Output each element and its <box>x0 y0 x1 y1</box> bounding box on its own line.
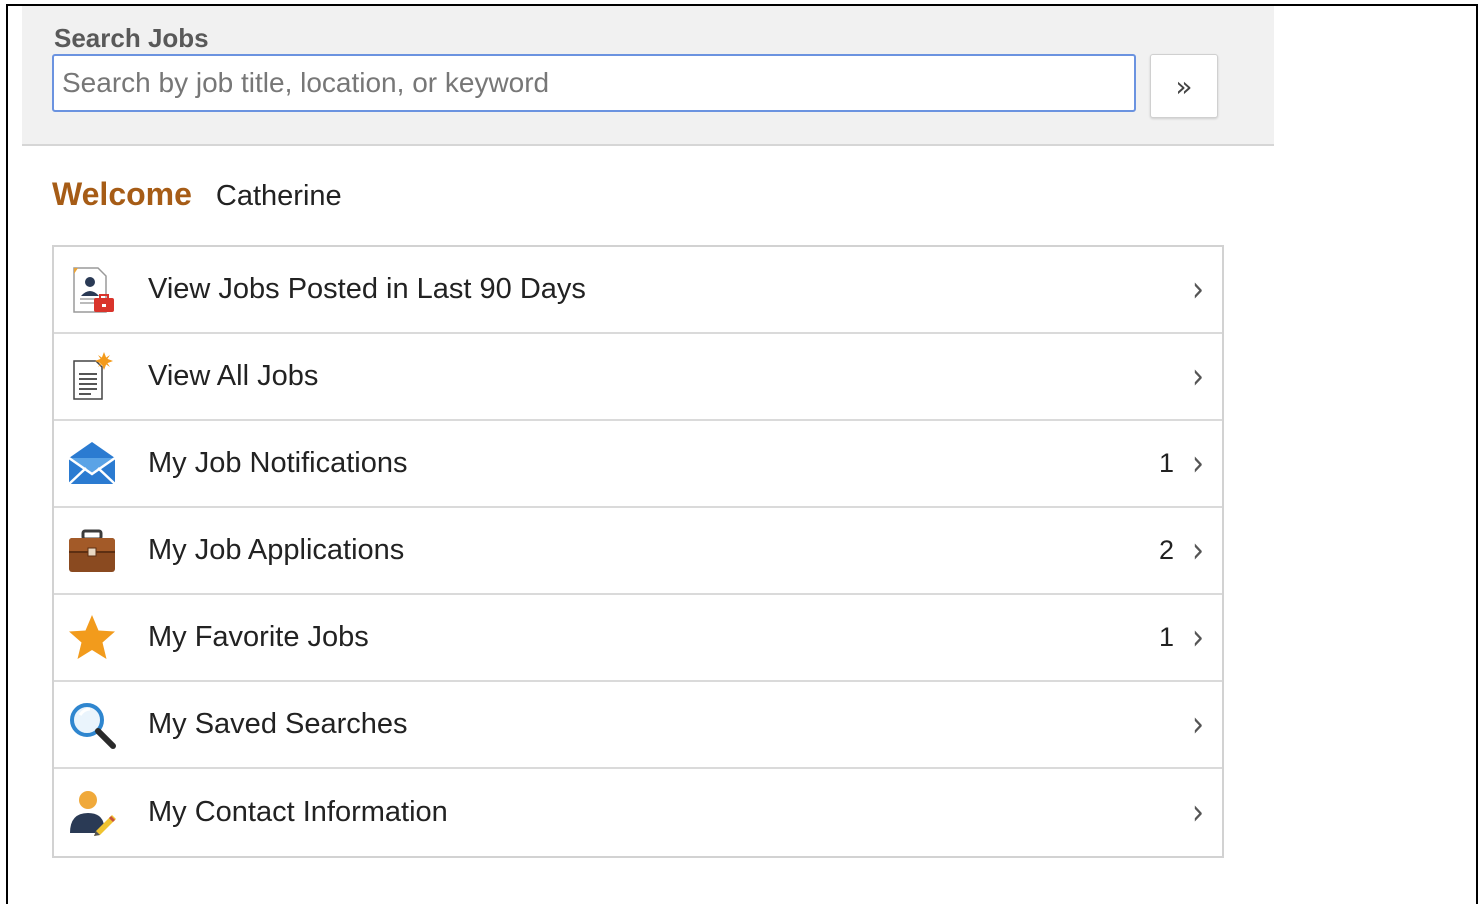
menu-item-label: My Job Notifications <box>148 447 408 479</box>
search-panel: Search Jobs » <box>22 6 1274 146</box>
menu-item-recent-jobs[interactable]: View Jobs Posted in Last 90 Days › <box>54 247 1222 334</box>
contact-person-icon <box>66 787 118 839</box>
recent-jobs-icon <box>66 264 118 316</box>
search-submit-button[interactable]: » <box>1150 54 1218 118</box>
chevron-right-icon: › <box>1192 355 1204 398</box>
welcome-label: Welcome <box>52 176 192 212</box>
menu-item-label: View Jobs Posted in Last 90 Days <box>148 273 586 305</box>
menu-item-contact-information[interactable]: My Contact Information › <box>54 769 1222 856</box>
all-jobs-icon <box>66 351 118 403</box>
menu-item-job-applications[interactable]: My Job Applications 2 › <box>54 508 1222 595</box>
star-icon <box>66 612 118 664</box>
menu-item-job-notifications[interactable]: My Job Notifications 1 › <box>54 421 1222 508</box>
menu-item-count: 1 <box>1158 448 1174 478</box>
menu-item-label: My Favorite Jobs <box>148 621 369 653</box>
user-name: Catherine <box>215 180 342 212</box>
menu-item-all-jobs[interactable]: View All Jobs › <box>54 334 1222 421</box>
welcome-line: Welcome Catherine <box>52 176 342 213</box>
menu-item-label: View All Jobs <box>148 360 319 392</box>
magnifier-icon <box>66 699 118 751</box>
search-label: Search Jobs <box>54 23 209 53</box>
menu-item-label: My Contact Information <box>148 796 448 828</box>
chevron-right-icon: › <box>1192 616 1204 659</box>
search-input[interactable] <box>52 54 1136 112</box>
envelope-icon <box>66 438 118 490</box>
chevron-right-icon: › <box>1192 703 1204 746</box>
menu-item-saved-searches[interactable]: My Saved Searches › <box>54 682 1222 769</box>
chevron-right-icon: › <box>1192 791 1204 834</box>
menu-item-count: 2 <box>1158 535 1174 565</box>
chevron-right-icon: › <box>1192 268 1204 311</box>
briefcase-icon <box>66 525 118 577</box>
menu-item-label: My Saved Searches <box>148 708 408 740</box>
menu-item-label: My Job Applications <box>148 534 405 566</box>
menu-item-favorite-jobs[interactable]: My Favorite Jobs 1 › <box>54 595 1222 682</box>
menu-item-count: 1 <box>1158 622 1174 652</box>
double-chevron-right-icon: » <box>1175 69 1193 103</box>
menu-list: View Jobs Posted in Last 90 Days › View … <box>52 245 1224 858</box>
chevron-right-icon: › <box>1192 529 1204 572</box>
chevron-right-icon: › <box>1192 442 1204 485</box>
